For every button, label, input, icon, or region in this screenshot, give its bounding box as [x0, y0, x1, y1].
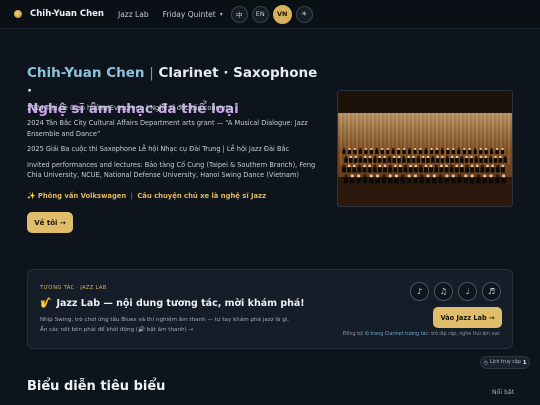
nav-link-jazz-lab[interactable]: Jazz Lab: [118, 10, 149, 19]
jazz-lab-hint-prefix: Đồng bộ: [342, 332, 365, 337]
recent-visits-count: 1: [522, 359, 527, 366]
jazz-lab-hint: Đồng bộ lộ trang Clarinet tương tác: trò…: [343, 332, 500, 337]
quarter-note-icon[interactable]: ♩: [458, 282, 477, 301]
jazz-lab-title: 🎷 Jazz Lab — nội dung tương tác, mời khá…: [40, 298, 305, 309]
eighth-note-icon[interactable]: ♪: [410, 282, 429, 301]
sparkles-icon: ✨: [27, 192, 36, 200]
enter-jazz-lab-button[interactable]: Vào Jazz Lab →: [433, 307, 502, 328]
jazz-lab-hint-suffix: : trò lắp ráp, nghe thử âm vực: [428, 332, 500, 337]
jazz-lab-tag: TƯƠNG TÁC · JAZZ LAB: [40, 285, 107, 291]
achievement-item: Invited performances and lectures: Bảo t…: [27, 160, 316, 180]
note-buttons: ♪ ♫ ♩ ♬: [410, 282, 506, 301]
recent-visits-pill[interactable]: ◷ Lịch truy cập 1: [480, 356, 530, 369]
featured-interview-source: Phỏng vấn Volkswagen: [37, 192, 127, 200]
achievement-item: 2024 Tân Bắc City Cultural Affairs Depar…: [27, 119, 308, 138]
nav-link-friday-quintet-label: Friday Quintet: [162, 9, 216, 19]
orchestra-photo-illustration: [338, 91, 512, 206]
section-title: Biểu diễn tiêu biểu: [27, 379, 166, 394]
about-me-button[interactable]: Về tôi →: [27, 212, 73, 233]
section-featured-link[interactable]: Nổi bật: [492, 389, 514, 396]
achievement-item: 2024 Trại hè Giao hưởng Evergreen | Nghệ…: [27, 104, 233, 112]
achievement-list: 2024 Trại hè Giao hưởng Evergreen | Nghệ…: [27, 103, 327, 186]
hero-name: Chih-Yuan Chen: [27, 65, 145, 81]
lang-button-zh[interactable]: 中: [230, 5, 248, 23]
hero-title-separator: |: [149, 65, 154, 81]
brand-name: Chih-Yuan Chen: [30, 9, 104, 19]
history-icon: ◷: [483, 359, 488, 366]
jazz-lab-desc-line: Nhịp Swing, trò chơi ứng tấu Blues và th…: [40, 317, 290, 323]
saxophone-icon: 🎷: [40, 298, 53, 309]
lang-button-en[interactable]: EN: [251, 5, 269, 23]
jazz-lab-title-text: Jazz Lab — nội dung tương tác, mời khám …: [56, 298, 305, 309]
beamed-notes-icon[interactable]: ♫: [434, 282, 453, 301]
jazz-lab-description: Nhịp Swing, trò chơi ứng tấu Blues và th…: [40, 316, 320, 335]
lang-button-vn[interactable]: VN: [272, 4, 292, 24]
jazz-lab-card: TƯƠNG TÁC · JAZZ LAB 🎷 Jazz Lab — nội du…: [27, 269, 513, 349]
concert-photo: [337, 90, 513, 207]
theme-toggle-sun-icon[interactable]: ☀: [295, 5, 313, 23]
featured-interview-title: Câu chuyện chủ xe là nghệ sĩ Jazz: [137, 192, 267, 200]
sixteenth-notes-icon[interactable]: ♬: [482, 282, 501, 301]
achievement-item: 2025 Giải Ba cuộc thi Saxophone Lễ hội N…: [27, 145, 290, 154]
brand[interactable]: Chih-Yuan Chen: [14, 9, 104, 19]
featured-separator: |: [130, 192, 133, 200]
top-nav: Chih-Yuan Chen Jazz Lab Friday Quintet ▾…: [0, 0, 540, 29]
chevron-down-icon: ▾: [219, 10, 223, 18]
brand-logo-icon: [14, 10, 22, 18]
jazz-lab-desc-line: Ấn các nốt bên phải để khởi động (🔊 bật …: [40, 326, 194, 333]
nav-link-friday-quintet[interactable]: Friday Quintet ▾: [163, 10, 223, 19]
clarinet-page-link[interactable]: lộ trang Clarinet tương tác: [365, 332, 428, 337]
recent-visits-label: Lịch truy cập: [489, 360, 521, 365]
featured-interview-link[interactable]: ✨ Phỏng vấn Volkswagen | Câu chuyện chủ …: [27, 192, 266, 200]
